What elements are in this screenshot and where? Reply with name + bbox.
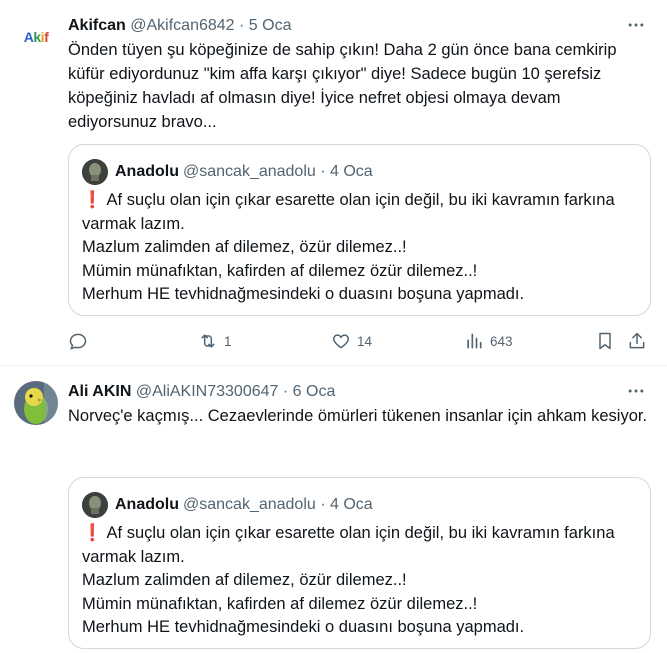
tweet-akifcan[interactable]: Akif Akifcan @Akifcan6842 · 5 Oca Önden … (0, 0, 667, 366)
avatar[interactable] (14, 381, 58, 425)
share-button[interactable] (627, 329, 647, 353)
tweet-text: Norveç'e kaçmış... Cezaevlerinde ömürler… (68, 407, 648, 425)
like-count: 14 (357, 333, 373, 349)
author-name[interactable]: Ali AKIN (68, 383, 131, 400)
retweet-button[interactable]: 1 (198, 329, 232, 353)
view-count: 643 (490, 333, 513, 349)
tweet-date[interactable]: 6 Oca (293, 383, 336, 400)
red-exclamation-icon: ❗ (82, 524, 103, 542)
bookmark-button[interactable] (595, 329, 615, 353)
quote-avatar (82, 159, 108, 185)
views-button[interactable]: 643 (464, 329, 513, 353)
separator-dot: · (320, 163, 326, 180)
more-horizontal-icon (628, 23, 644, 27)
quote-date: 4 Oca (330, 163, 373, 180)
share-icon (629, 332, 645, 349)
quote-text: ❗ Af suçlu olan için çıkar esarette olan … (82, 522, 642, 640)
quote-author-handle: @sancak_anadolu (183, 496, 316, 513)
red-exclamation-icon: ❗ (82, 191, 103, 209)
heart-icon (332, 334, 350, 349)
views-icon (467, 333, 482, 349)
quote-body: Af suçlu olan için çıkar esarette olan i… (82, 524, 615, 636)
reply-button[interactable] (68, 329, 88, 353)
quote-text: ❗ Af suçlu olan için çıkar esarette olan … (82, 189, 642, 307)
tweet-date[interactable]: 5 Oca (249, 17, 292, 34)
more-options-button[interactable] (625, 14, 647, 36)
separator-dot: · (239, 17, 245, 34)
quoted-tweet[interactable]: Anadolu @sancak_anadolu · 4 Oca ❗ Af suçl… (68, 477, 651, 649)
quote-date: 4 Oca (330, 496, 373, 513)
author-name[interactable]: Akifcan (68, 17, 126, 34)
separator-dot: · (320, 496, 326, 513)
more-options-button[interactable] (625, 380, 647, 402)
reply-icon (69, 333, 87, 350)
retweet-icon (201, 334, 215, 348)
bookmark-icon (599, 332, 611, 350)
akif-logo: Akif (23, 29, 49, 45)
quoted-tweet[interactable]: Anadolu @sancak_anadolu · 4 Oca ❗ Af suçl… (68, 144, 651, 316)
separator-dot: · (282, 383, 289, 400)
tweet-text: Önden tüyen şu köpeğinize de sahip çıkın… (68, 41, 622, 131)
parakeet-avatar-image (14, 381, 58, 425)
more-horizontal-icon (628, 389, 644, 393)
avatar[interactable]: Akif (14, 15, 58, 59)
tweet-actions: 1 14 643 (68, 329, 651, 353)
tweet-ali-akin[interactable]: Ali AKIN @AliAKIN73300647 · 6 Oca Norveç… (0, 366, 667, 653)
tweet-header: Akifcan @Akifcan6842 · 5 Oca (68, 16, 291, 36)
quote-author-name: Anadolu (115, 496, 179, 513)
author-handle[interactable]: @AliAKIN73300647 (136, 383, 279, 400)
quote-header: Anadolu @sancak_anadolu · 4 Oca (82, 492, 373, 518)
quote-author-name: Anadolu (115, 163, 179, 180)
author-handle[interactable]: @Akifcan6842 (130, 17, 234, 34)
tweet-header: Ali AKIN @AliAKIN73300647 · 6 Oca (68, 382, 335, 402)
like-button[interactable]: 14 (331, 329, 372, 353)
retweet-count: 1 (224, 333, 232, 349)
quote-author-handle: @sancak_anadolu (183, 163, 316, 180)
quote-body: Af suçlu olan için çıkar esarette olan i… (82, 191, 615, 303)
quote-avatar (82, 492, 108, 518)
quote-header: Anadolu @sancak_anadolu · 4 Oca (82, 159, 373, 185)
